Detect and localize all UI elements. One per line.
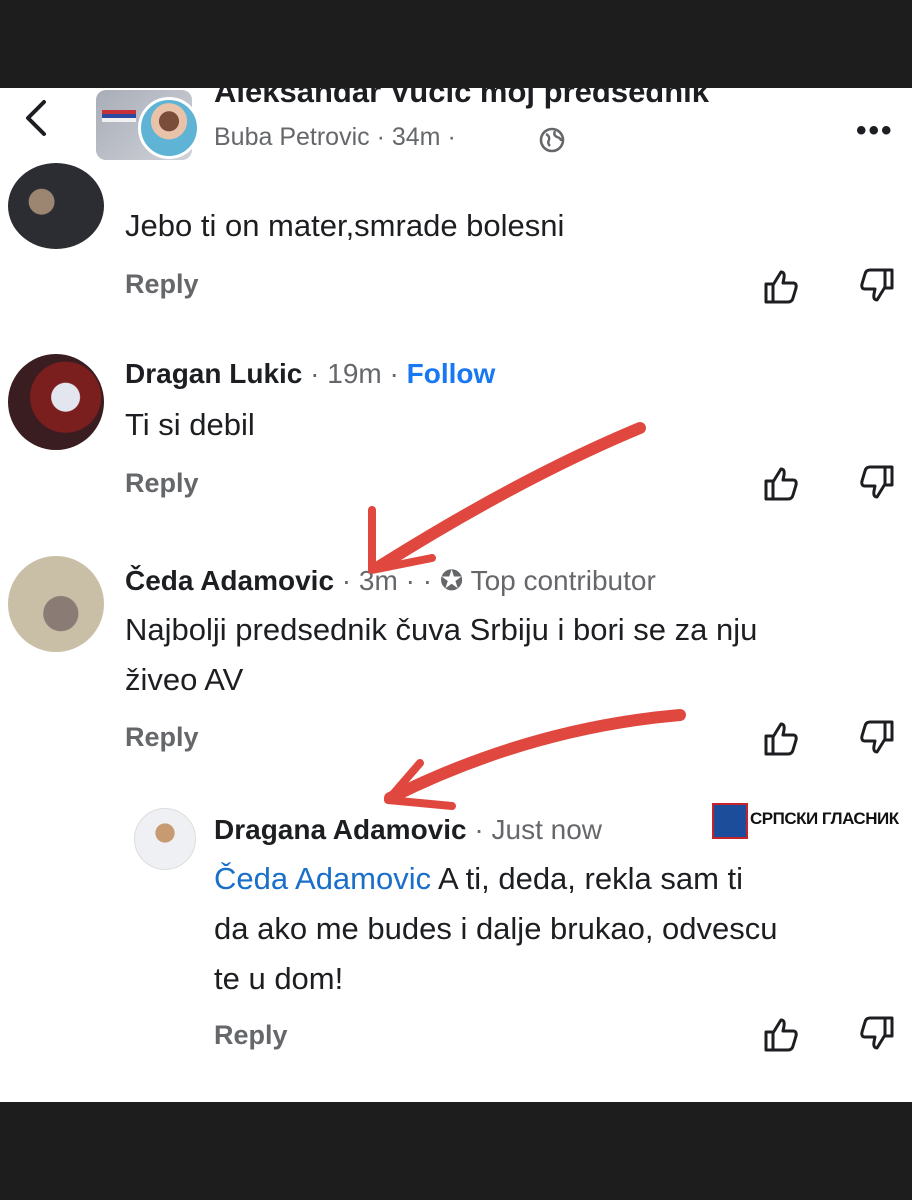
watermark-logo-icon [712, 803, 748, 839]
facebook-comments-screen: Aleksandar Vucic moj predsednik Buba Pet… [0, 88, 912, 1102]
annotation-arrows [368, 422, 686, 810]
red-arrow-2 [384, 709, 686, 810]
watermark-text: СРПСКИ ГЛАСНИК [750, 809, 899, 828]
red-arrow-1 [368, 422, 646, 574]
top-black-bar [0, 0, 912, 88]
bottom-black-bar [0, 1102, 912, 1200]
